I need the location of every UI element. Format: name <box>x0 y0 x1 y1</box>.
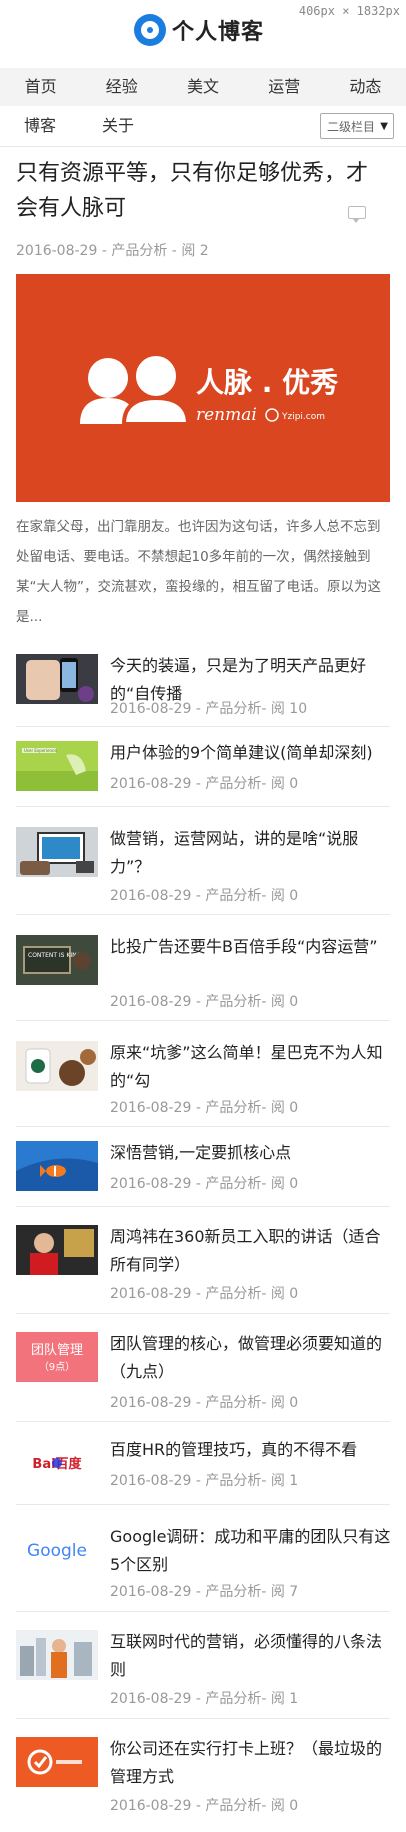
article-thumbnail[interactable]: User Experience <box>16 741 98 791</box>
comment-icon[interactable] <box>348 206 366 223</box>
category-select-value: 二级栏目 <box>327 120 376 134</box>
article-title[interactable]: 深悟营销,一定要抓核心点 <box>110 1139 392 1167</box>
featured-image-site: Yzipi.com <box>281 412 325 422</box>
article-title[interactable]: 原来“坑爹”这么简单！星巴克不为人知的“勾 <box>110 1039 392 1095</box>
nav-item-operations[interactable]: 运营 <box>244 68 325 106</box>
logo-text: 个人博客 <box>172 20 265 45</box>
nav-item-experience[interactable]: 经验 <box>81 68 162 106</box>
list-item[interactable]: 深悟营销,一定要抓核心点 2016-08-29 - 产品分析- 阅 0 <box>16 1127 390 1207</box>
article-title[interactable]: 你公司还在实行打卡上班？（最垃圾的管理方式 <box>110 1735 392 1791</box>
list-item[interactable]: 互联网时代的营销，必须懂得的八条法则 2016-08-29 - 产品分析- 阅 … <box>16 1612 390 1719</box>
list-item[interactable]: CONTENT IS KING 比投广告还要牛B百倍手段“内容运营” 2016-… <box>16 915 390 1021</box>
featured-image-sub: renmai <box>196 405 257 425</box>
featured-image-title: 人脉 . 优秀 <box>196 366 338 399</box>
article-thumbnail[interactable]: Bai百度 <box>16 1438 98 1488</box>
list-item[interactable]: 周鸿祎在360新员工入职的讲话（适合所有同学） 2016-08-29 - 产品分… <box>16 1207 390 1314</box>
article-thumbnail[interactable] <box>16 827 98 877</box>
article-title[interactable]: Google调研：成功和平庸的团队只有这5个区别 <box>110 1523 392 1579</box>
featured-article: 只有资源平等，只有你足够优秀，才会有人脉可 2016-08-29 - 产品分析 … <box>16 156 390 632</box>
svg-text:User Experience: User Experience <box>24 748 57 753</box>
article-title[interactable]: 百度HR的管理技巧，真的不得不看 <box>110 1436 392 1464</box>
featured-title[interactable]: 只有资源平等，只有你足够优秀，才会有人脉可 <box>16 156 386 226</box>
article-meta: 2016-08-29 - 产品分析- 阅 7 <box>110 1584 299 1600</box>
nav-item-blog[interactable]: 博客 <box>24 106 56 146</box>
article-title[interactable]: 互联网时代的营销，必须懂得的八条法则 <box>110 1628 392 1684</box>
secondary-nav: 博客 关于 二级栏目 ▼ <box>0 106 406 147</box>
article-meta: 2016-08-29 - 产品分析- 阅 0 <box>110 994 299 1010</box>
category-select[interactable]: 二级栏目 ▼ <box>320 113 394 139</box>
people-icon: 人脉 . 优秀 renmai Yzipi.com <box>80 352 338 426</box>
dimension-label: 406px × 1832px <box>298 4 400 18</box>
article-thumbnail[interactable]: 团队管理 （9点） <box>16 1332 98 1382</box>
article-list: 今天的装逼，只是为了明天产品更好的“自传播 2016-08-29 - 产品分析-… <box>16 638 390 1825</box>
article-thumbnail[interactable] <box>16 1225 98 1275</box>
article-thumbnail[interactable] <box>16 1141 98 1191</box>
article-meta: 2016-08-29 - 产品分析- 阅 0 <box>110 1395 299 1411</box>
list-item[interactable]: 今天的装逼，只是为了明天产品更好的“自传播 2016-08-29 - 产品分析-… <box>16 638 390 727</box>
article-title[interactable]: 团队管理的核心，做管理必须要知道的（九点） <box>110 1330 392 1386</box>
featured-category[interactable]: 产品分析 <box>111 243 167 259</box>
svg-text:Google: Google <box>27 1541 87 1561</box>
featured-date: 2016-08-29 <box>16 243 98 259</box>
article-thumbnail[interactable] <box>16 654 98 704</box>
list-item[interactable]: 做营销，运营网站，讲的是啥“说服力”？ 2016-08-29 - 产品分析- 阅… <box>16 807 390 915</box>
list-item[interactable]: 你公司还在实行打卡上班？（最垃圾的管理方式 2016-08-29 - 产品分析-… <box>16 1719 390 1825</box>
article-thumbnail[interactable] <box>16 1630 98 1680</box>
article-thumbnail[interactable] <box>16 1737 98 1787</box>
list-item[interactable]: Bai百度 百度HR的管理技巧，真的不得不看 2016-08-29 - 产品分析… <box>16 1422 390 1505</box>
article-title[interactable]: 比投广告还要牛B百倍手段“内容运营” <box>110 933 392 961</box>
nav-item-about[interactable]: 关于 <box>102 106 134 146</box>
article-meta: 2016-08-29 - 产品分析- 阅 0 <box>110 776 299 792</box>
list-item[interactable]: 原来“坑爹”这么简单！星巴克不为人知的“勾 2016-08-29 - 产品分析-… <box>16 1021 390 1127</box>
list-item[interactable]: User Experience 用户体验的9个简单建议(简单却深刻) 2016-… <box>16 727 390 807</box>
article-meta: 2016-08-29 - 产品分析- 阅 10 <box>110 701 308 717</box>
featured-views: 阅 2 <box>181 243 209 259</box>
list-item[interactable]: Google Google调研：成功和平庸的团队只有这5个区别 2016-08-… <box>16 1505 390 1612</box>
primary-nav: 首页 经验 美文 运营 动态 <box>0 68 406 107</box>
article-thumbnail[interactable] <box>16 1041 98 1091</box>
nav-item-home[interactable]: 首页 <box>0 68 81 106</box>
nav-item-essays[interactable]: 美文 <box>162 68 243 106</box>
article-meta: 2016-08-29 - 产品分析- 阅 0 <box>110 1100 299 1116</box>
svg-text:团队管理: 团队管理 <box>31 1343 83 1358</box>
site-logo[interactable]: 个人博客 <box>134 14 264 46</box>
article-thumbnail[interactable]: Google <box>16 1525 98 1575</box>
article-meta: 2016-08-29 - 产品分析- 阅 1 <box>110 1691 299 1707</box>
svg-text:（9点）: （9点） <box>39 1361 75 1373</box>
logo-icon <box>134 14 166 46</box>
article-meta: 2016-08-29 - 产品分析- 阅 0 <box>110 888 299 904</box>
article-meta: 2016-08-29 - 产品分析- 阅 0 <box>110 1798 299 1814</box>
list-item[interactable]: 团队管理 （9点） 团队管理的核心，做管理必须要知道的（九点） 2016-08-2… <box>16 1314 390 1422</box>
article-thumbnail[interactable]: CONTENT IS KING <box>16 935 98 985</box>
article-meta: 2016-08-29 - 产品分析- 阅 0 <box>110 1286 299 1302</box>
article-meta: 2016-08-29 - 产品分析- 阅 1 <box>110 1473 299 1489</box>
featured-image[interactable]: 人脉 . 优秀 renmai Yzipi.com <box>16 274 390 502</box>
article-title[interactable]: 周鸿祎在360新员工入职的讲话（适合所有同学） <box>110 1223 392 1279</box>
nav-item-news[interactable]: 动态 <box>325 68 406 106</box>
featured-meta: 2016-08-29 - 产品分析 - 阅 2 <box>16 243 209 259</box>
featured-summary: 在家靠父母，出门靠朋友。也许因为这句话，许多人总不忘到处留电话、要电话。不禁想起… <box>16 519 381 625</box>
article-title[interactable]: 做营销，运营网站，讲的是啥“说服力”？ <box>110 825 392 881</box>
site-header: 个人博客 406px × 1832px <box>0 0 406 58</box>
article-title[interactable]: 用户体验的9个简单建议(简单却深刻) <box>110 739 392 767</box>
article-meta: 2016-08-29 - 产品分析- 阅 0 <box>110 1176 299 1192</box>
chevron-down-icon: ▼ <box>380 121 388 132</box>
